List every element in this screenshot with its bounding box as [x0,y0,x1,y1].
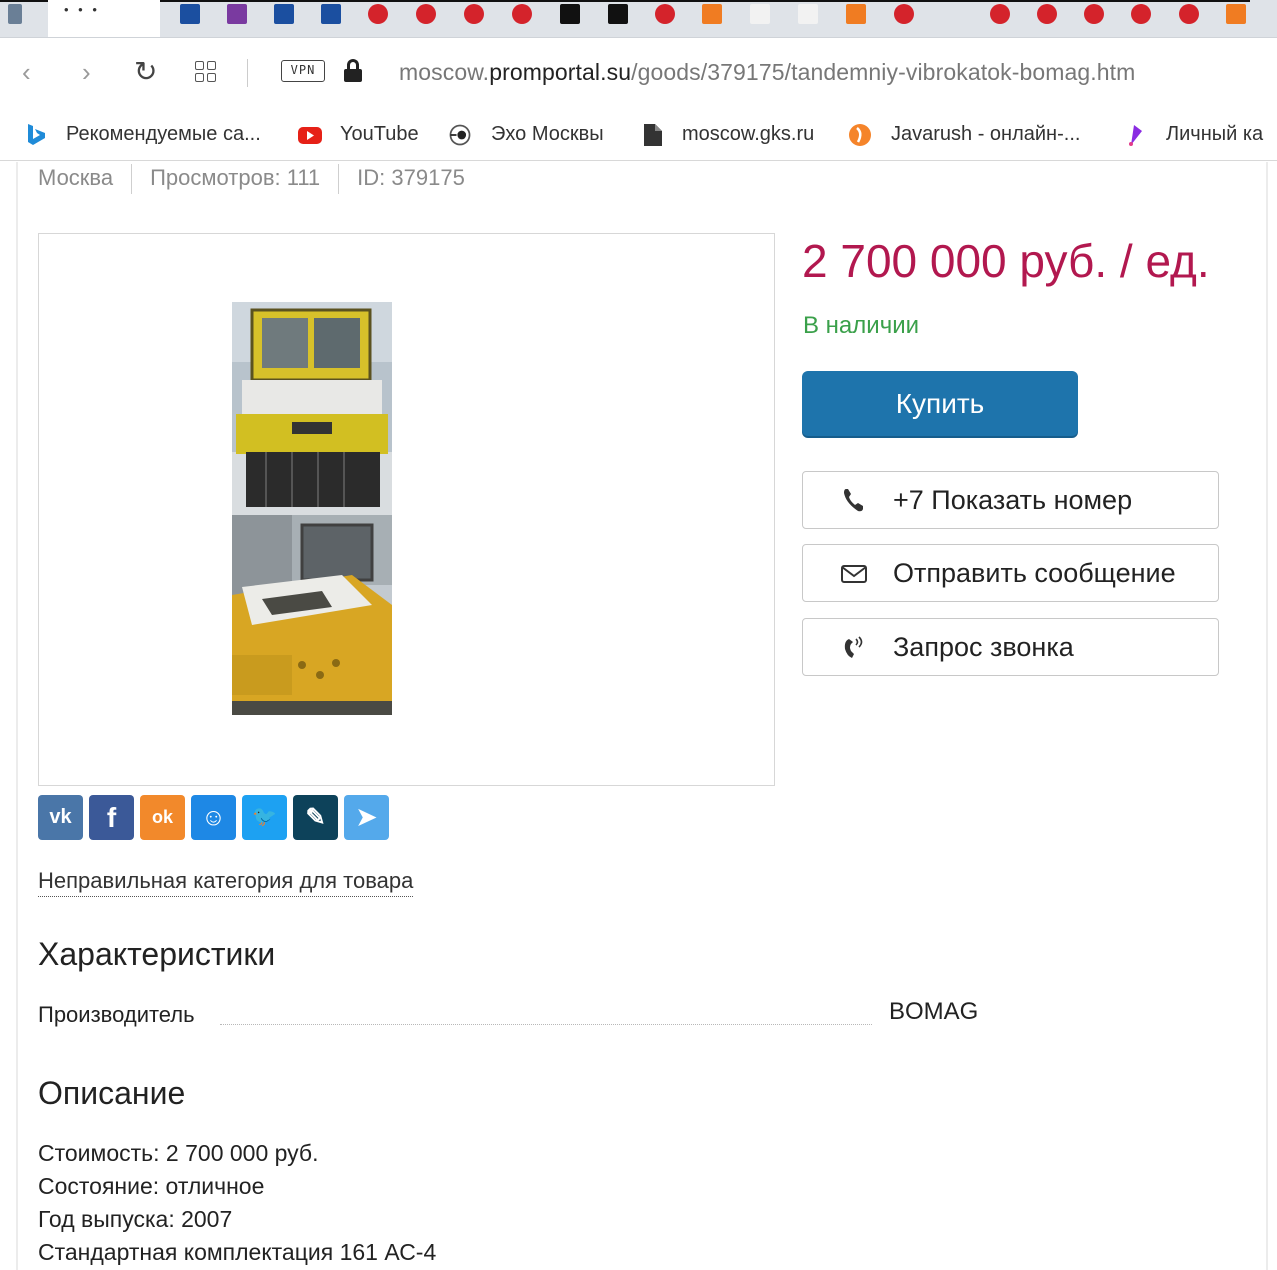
bookmark-cabinet[interactable]: Личный ка [1166,121,1263,147]
bookmark-javarush[interactable]: Javarush - онлайн-... [891,121,1080,147]
description-line: Год выпуска: 2007 [38,1206,233,1232]
tab-favicon-icon[interactable] [416,4,436,24]
tab-favicon-icon[interactable] [608,4,628,24]
envelope-icon [841,565,867,583]
spec-value: BOMAG [889,998,979,1025]
tab-favicon-icon[interactable] [750,4,770,24]
meta-city[interactable]: Москва [38,165,113,190]
facebook-share-icon[interactable]: f [89,795,134,840]
tab-favicon-icon[interactable] [464,4,484,24]
spec-name: Производитель [38,1002,195,1027]
show-phone-button[interactable]: +7 Показать номер [802,471,1219,529]
url-host: promportal.su [489,59,632,85]
tab-favicon-icon[interactable] [894,4,914,24]
bing-icon [28,124,45,145]
url-field[interactable]: moscow.promportal.su/goods/379175/tandem… [399,59,1135,86]
product-photo[interactable] [232,302,392,515]
odnoklassniki-share-icon[interactable]: ok [140,795,185,840]
tab-strip: • • • [0,0,1277,38]
lock-icon[interactable] [343,59,363,83]
document-icon [644,124,662,146]
meta-id: ID: 379175 [357,164,465,190]
tab-favicon-icon[interactable] [1084,4,1104,24]
moimir-share-icon[interactable]: ☺ [191,795,236,840]
roller-photo-front [232,302,392,515]
url-path: /goods/379175/tandemniy-vibrokatok-bomag… [631,59,1136,85]
telegram-share-icon[interactable]: ➤ [344,795,389,840]
tab-favicon-icon[interactable] [1037,4,1057,24]
spec-row: Производитель BOMAG [38,998,988,1032]
product-page: Москва Просмотров: 111 ID: 379175 2 700 … [0,162,1277,1270]
vpn-button[interactable]: VPN [281,60,325,82]
livejournal-share-icon[interactable]: ✎ [293,795,338,840]
tab-favicon-icon[interactable] [227,4,247,24]
phone-icon [844,489,863,512]
apps-grid-icon[interactable] [195,61,219,85]
twitter-share-icon[interactable]: 🐦 [242,795,287,840]
javarush-icon [849,124,871,146]
bookmark-gks[interactable]: moscow.gks.ru [682,121,814,147]
bookmark-youtube[interactable]: YouTube [340,121,419,147]
divider [247,59,248,87]
page-border [16,162,18,1270]
tab-favicon-icon[interactable] [560,4,580,24]
bookmark-echo[interactable]: Эхо Москвы [491,121,604,147]
tab-title-fragment: • • • [64,2,100,17]
spec-leader [220,1024,872,1025]
tab-favicon-icon[interactable] [990,4,1010,24]
address-bar: ‹ › ↻ VPN moscow.promportal.su/goods/379… [0,39,1277,107]
callback-request-label: Запрос звонка [893,632,1074,662]
tab-favicon-icon[interactable] [512,4,532,24]
tab-favicon-icon[interactable] [1179,4,1199,24]
tab-favicon-icon[interactable] [655,4,675,24]
reload-icon[interactable]: ↻ [134,57,157,87]
forward-button[interactable]: › [82,57,91,87]
tab-favicon-icon[interactable] [702,4,722,24]
bookmark-recommended[interactable]: Рекомендуемые са... [66,121,261,147]
tab-favicon-icon[interactable] [798,4,818,24]
tab-strip-edge [0,0,1250,2]
description-line: Стандартная комплектация 161 АС-4 [38,1239,437,1265]
specs-heading: Характеристики [38,936,276,972]
send-message-label: Отправить сообщение [893,558,1176,588]
product-photo[interactable] [232,515,392,715]
youtube-icon [298,127,322,144]
vk-share-icon[interactable]: vk [38,795,83,840]
wrong-category-link[interactable]: Неправильная категория для товара [38,868,414,897]
tab-favicon-icon[interactable] [8,4,22,24]
meta-views: Просмотров: 111 [150,164,321,190]
tab-favicon-icon[interactable] [274,4,294,24]
echo-icon [449,124,471,146]
description-line: Состояние: отличное [38,1173,265,1199]
cabinet-icon [1129,125,1142,146]
back-button[interactable]: ‹ [22,57,31,87]
tab-active[interactable]: • • • [48,0,160,37]
send-message-button[interactable]: Отправить сообщение [802,544,1219,602]
listing-meta: Москва Просмотров: 111 ID: 379175 [38,164,465,194]
callback-phone-icon [844,636,863,658]
stock-status: В наличии [803,312,920,339]
description-line: Стоимость: 2 700 000 руб. [38,1140,319,1166]
roller-photo-side [232,515,392,715]
product-gallery[interactable] [38,233,775,786]
tab-favicon-icon[interactable] [180,4,200,24]
tab-favicon-icon[interactable] [321,4,341,24]
buy-button[interactable]: Купить [802,371,1078,436]
bookmarks-bar: Рекомендуемые са... YouTube Эхо Москвы m… [0,107,1277,161]
page-border [1266,162,1268,1270]
callback-request-button[interactable]: Запрос звонка [802,618,1219,676]
product-price: 2 700 000 руб. / ед. [802,235,1210,287]
url-prefix: moscow. [399,59,490,85]
tab-favicon-icon[interactable] [1131,4,1151,24]
tab-favicon-icon[interactable] [1226,4,1246,24]
tab-favicon-icon[interactable] [846,4,866,24]
description-heading: Описание [38,1075,186,1111]
tab-favicon-icon[interactable] [368,4,388,24]
show-phone-label: +7 Показать номер [893,485,1133,515]
